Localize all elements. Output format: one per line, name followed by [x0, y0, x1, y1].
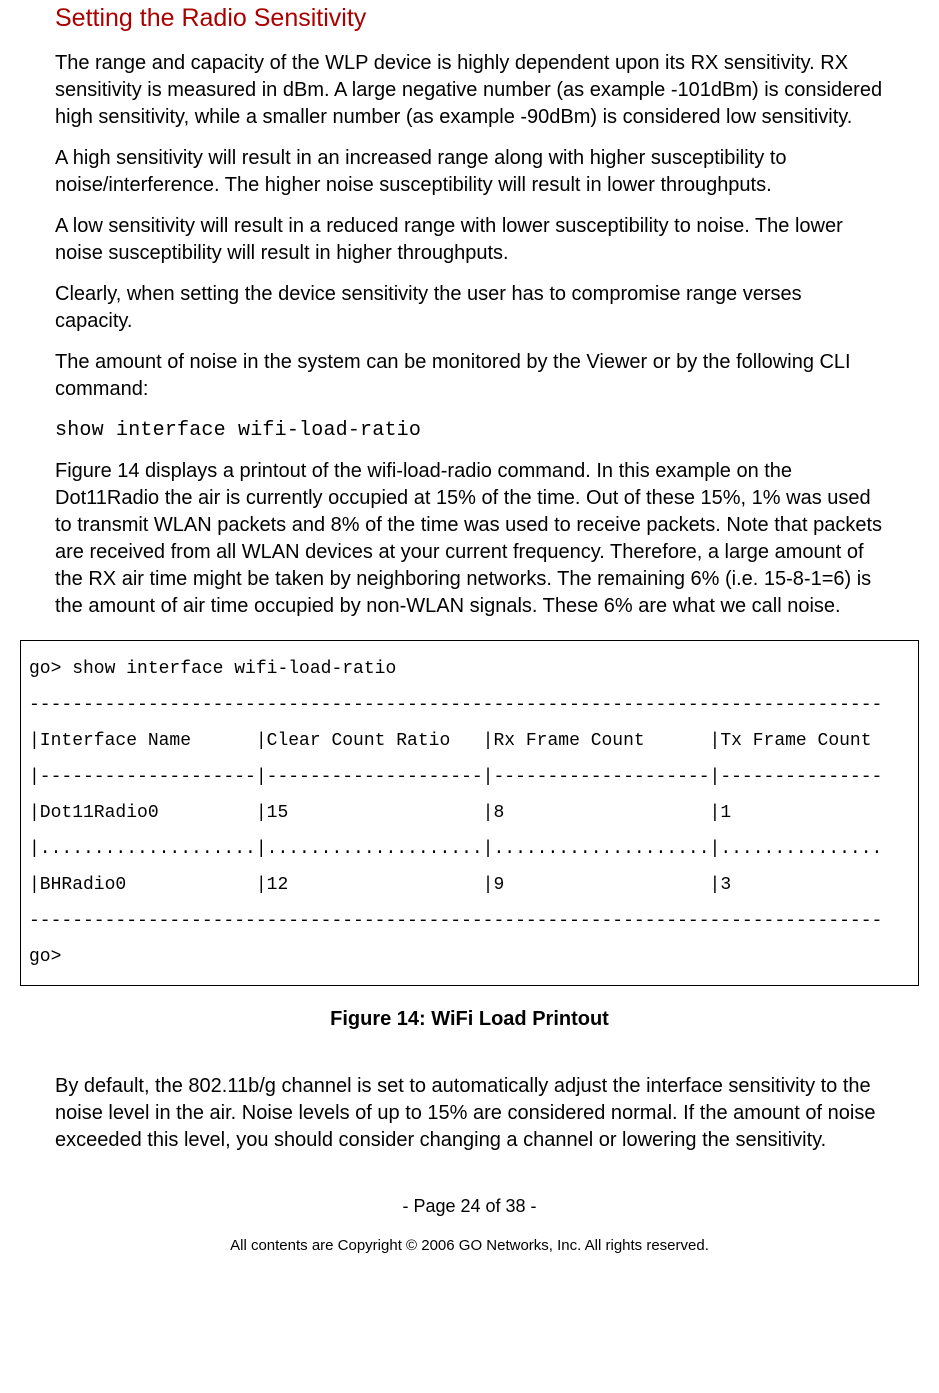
cli-line: |BHRadio0 |12 |9 |3	[29, 875, 731, 895]
figure-caption: Figure 14: WiFi Load Printout	[55, 1006, 884, 1033]
paragraph: Figure 14 displays a printout of the wif…	[55, 458, 884, 620]
paragraph: The amount of noise in the system can be…	[55, 349, 884, 403]
paragraph: Clearly, when setting the device sensiti…	[55, 281, 884, 335]
paragraph: A high sensitivity will result in an inc…	[55, 145, 884, 199]
cli-line: go> show interface wifi-load-ratio	[29, 659, 396, 679]
cli-line: ----------------------------------------…	[29, 911, 882, 931]
cli-line: |....................|..................…	[29, 839, 882, 859]
section-heading: Setting the Radio Sensitivity	[55, 2, 884, 36]
paragraph: The range and capacity of the WLP device…	[55, 50, 884, 131]
cli-line: ----------------------------------------…	[29, 695, 882, 715]
cli-line: go>	[29, 947, 61, 967]
cli-line: |Interface Name |Clear Count Ratio |Rx F…	[29, 731, 872, 751]
paragraph: A low sensitivity will result in a reduc…	[55, 213, 884, 267]
copyright-footer: All contents are Copyright © 2006 GO Net…	[55, 1236, 884, 1256]
paragraph: By default, the 802.11b/g channel is set…	[55, 1073, 884, 1154]
cli-command: show interface wifi-load-ratio	[55, 417, 884, 444]
page-number: - Page 24 of 38 -	[55, 1194, 884, 1218]
cli-line: |Dot11Radio0 |15 |8 |1	[29, 803, 731, 823]
cli-line: |--------------------|------------------…	[29, 767, 882, 787]
cli-output-block: go> show interface wifi-load-ratio -----…	[20, 640, 919, 986]
